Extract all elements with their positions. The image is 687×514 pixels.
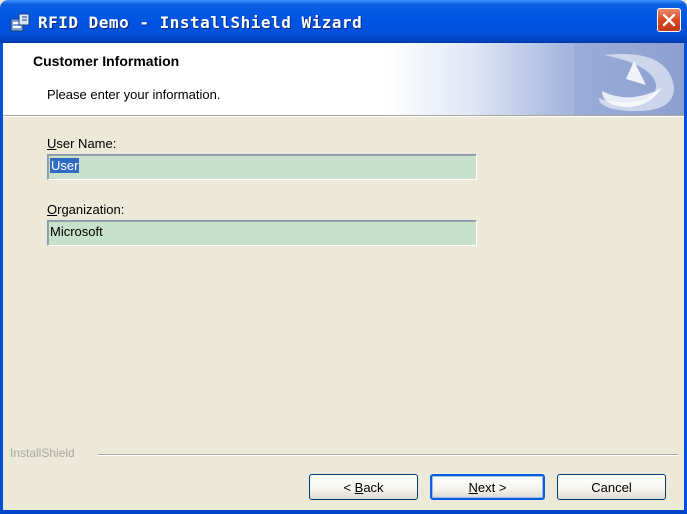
user-name-access-key: U [47,136,57,151]
installer-icon [10,13,30,32]
user-name-label: User Name: [47,136,116,151]
window-border-bottom [0,510,687,514]
header-divider-highlight [3,116,684,117]
cancel-button-label: Cancel [591,479,632,495]
user-name-input[interactable]: User [47,154,477,180]
organization-access-key: O [47,202,58,217]
next-button[interactable]: Next > [430,474,545,500]
organization-value: Microsoft [50,224,103,239]
footer-divider-highlight [98,455,678,456]
close-button[interactable] [657,8,681,32]
next-button-label: ext > [477,479,507,495]
back-button-prefix: < [343,479,355,495]
cancel-button[interactable]: Cancel [557,474,666,500]
title-bar[interactable]: RFID Demo - InstallShield Wizard [0,0,687,43]
next-button-access-key: N [468,479,478,495]
back-button[interactable]: < Back [309,474,418,500]
header-banner: Customer Information Please enter your i… [3,43,684,115]
user-name-label-text: ser Name: [56,136,117,151]
organization-label-text: rganization: [57,202,125,217]
installshield-logo-icon [574,43,684,115]
back-button-access-key: B [354,479,364,495]
close-icon [662,13,676,27]
installshield-brand-label: InstallShield [10,446,75,460]
back-button-label: ack [363,479,384,495]
window-title: RFID Demo - InstallShield Wizard [38,13,363,32]
user-name-value: User [50,158,80,173]
page-title: Customer Information [33,53,180,69]
organization-input[interactable]: Microsoft [47,220,477,246]
organization-label: Organization: [47,202,124,217]
page-subtitle: Please enter your information. [47,87,221,102]
